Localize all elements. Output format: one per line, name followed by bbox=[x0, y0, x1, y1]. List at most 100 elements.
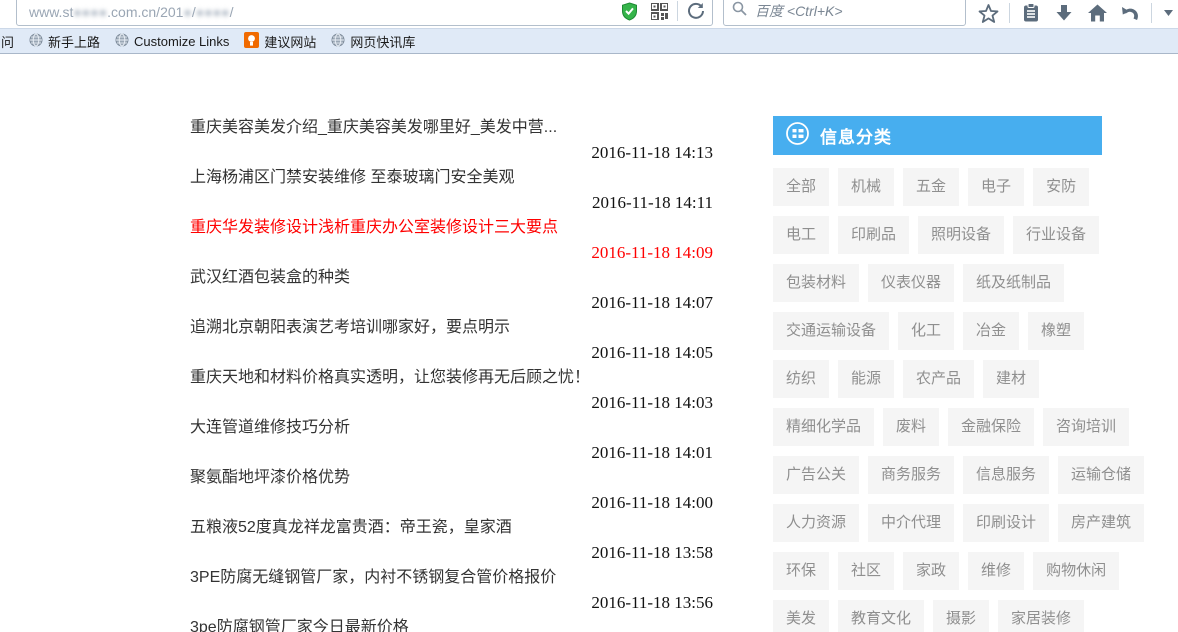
bookmark-item[interactable]: 网页快讯库 bbox=[331, 32, 415, 51]
category-button[interactable]: 印刷设计 bbox=[963, 504, 1049, 542]
browser-toolbar: www.st●●●●.com.cn/201●/●●●●/ 百度 <Ct bbox=[0, 0, 1178, 28]
list-item: 大连管道维修技巧分析 2016-11-18 14:01 bbox=[190, 415, 713, 465]
category-button[interactable]: 维修 bbox=[968, 552, 1024, 590]
category-row: 全部机械五金电子安防 bbox=[773, 168, 1102, 206]
category-button[interactable]: 橡塑 bbox=[1028, 312, 1084, 350]
undo-icon[interactable] bbox=[1118, 1, 1142, 25]
category-panel-header: 信息分类 bbox=[773, 116, 1102, 155]
category-button[interactable]: 纺织 bbox=[773, 360, 829, 398]
toolbar-buttons bbox=[976, 0, 1175, 26]
category-button[interactable]: 印刷品 bbox=[838, 216, 909, 254]
bookmark-item[interactable]: Customize Links bbox=[115, 33, 229, 50]
divider bbox=[677, 1, 678, 21]
bookmark-favicon-icon bbox=[29, 33, 43, 50]
article-title-link[interactable]: 大连管道维修技巧分析 bbox=[190, 415, 713, 440]
refresh-icon[interactable] bbox=[684, 0, 708, 23]
category-button[interactable]: 全部 bbox=[773, 168, 829, 206]
category-button[interactable]: 商务服务 bbox=[868, 456, 954, 494]
list-item: 武汉红酒包装盒的种类 2016-11-18 14:07 bbox=[190, 265, 713, 315]
article-title-link[interactable]: 聚氨酯地坪漆价格优势 bbox=[190, 465, 713, 490]
grid-list-icon bbox=[785, 121, 810, 151]
search-icon bbox=[732, 1, 747, 21]
bookmark-item[interactable]: 问 bbox=[1, 32, 14, 51]
category-button[interactable]: 家居装修 bbox=[998, 600, 1084, 632]
address-bar-actions bbox=[617, 0, 708, 23]
category-button[interactable]: 纸及纸制品 bbox=[963, 264, 1064, 302]
category-button[interactable]: 能源 bbox=[838, 360, 894, 398]
article-timestamp: 2016-11-18 14:07 bbox=[190, 290, 713, 315]
article-timestamp: 2016-11-18 14:05 bbox=[190, 340, 713, 365]
home-icon[interactable] bbox=[1085, 1, 1109, 25]
category-button[interactable]: 化工 bbox=[898, 312, 954, 350]
qr-code-icon[interactable] bbox=[647, 0, 671, 23]
category-button[interactable]: 农产品 bbox=[903, 360, 974, 398]
category-button[interactable]: 建材 bbox=[983, 360, 1039, 398]
category-button[interactable]: 行业设备 bbox=[1013, 216, 1099, 254]
category-button[interactable]: 社区 bbox=[838, 552, 894, 590]
category-button[interactable]: 包装材料 bbox=[773, 264, 859, 302]
article-title-link[interactable]: 五粮液52度真龙祥龙富贵酒：帝王瓷，皇家酒 bbox=[190, 515, 713, 540]
article-title-link[interactable]: 重庆华发装修设计浅析重庆办公室装修设计三大要点 bbox=[190, 215, 713, 240]
category-row: 电工印刷品照明设备行业设备 bbox=[773, 216, 1102, 254]
category-button[interactable]: 教育文化 bbox=[838, 600, 924, 632]
article-timestamp: 2016-11-18 14:09 bbox=[190, 240, 713, 265]
category-button[interactable]: 机械 bbox=[838, 168, 894, 206]
list-item: 重庆美容美发介绍_重庆美容美发哪里好_美发中营... 2016-11-18 14… bbox=[190, 115, 713, 165]
article-title-link[interactable]: 追溯北京朝阳表演艺考培训哪家好，要点明示 bbox=[190, 315, 713, 340]
bookmark-item[interactable]: 新手上路 bbox=[29, 32, 100, 51]
article-timestamp: 2016-11-18 14:13 bbox=[190, 140, 713, 165]
category-grid: 全部机械五金电子安防电工印刷品照明设备行业设备包装材料仪表仪器纸及纸制品交通运输… bbox=[773, 168, 1102, 632]
category-button[interactable]: 人力资源 bbox=[773, 504, 859, 542]
category-button[interactable]: 环保 bbox=[773, 552, 829, 590]
category-button[interactable]: 家政 bbox=[903, 552, 959, 590]
category-button[interactable]: 信息服务 bbox=[963, 456, 1049, 494]
category-button[interactable]: 电工 bbox=[773, 216, 829, 254]
download-icon[interactable] bbox=[1052, 1, 1076, 25]
category-row: 环保社区家政维修购物休闲 bbox=[773, 552, 1102, 590]
article-title-link[interactable]: 重庆天地和材料价格真实透明，让您装修再无后顾之忧！ bbox=[190, 365, 713, 390]
bookmark-star-icon[interactable] bbox=[976, 1, 1000, 25]
category-button[interactable]: 交通运输设备 bbox=[773, 312, 889, 350]
category-button[interactable]: 美发 bbox=[773, 600, 829, 632]
category-button[interactable]: 精细化学品 bbox=[773, 408, 874, 446]
category-button[interactable]: 冶金 bbox=[963, 312, 1019, 350]
list-item: 上海杨浦区门禁安装维修 至泰玻璃门安全美观 2016-11-18 14:11 bbox=[190, 165, 713, 215]
category-button[interactable]: 安防 bbox=[1033, 168, 1089, 206]
category-button[interactable]: 仪表仪器 bbox=[868, 264, 954, 302]
category-button[interactable]: 中介代理 bbox=[868, 504, 954, 542]
category-button[interactable]: 广告公关 bbox=[773, 456, 859, 494]
category-button[interactable]: 五金 bbox=[903, 168, 959, 206]
article-title-link[interactable]: 重庆美容美发介绍_重庆美容美发哪里好_美发中营... bbox=[190, 115, 713, 140]
list-item: 重庆天地和材料价格真实透明，让您装修再无后顾之忧！ 2016-11-18 14:… bbox=[190, 365, 713, 415]
category-button[interactable]: 金融保险 bbox=[948, 408, 1034, 446]
category-button[interactable]: 摄影 bbox=[933, 600, 989, 632]
category-button[interactable]: 购物休闲 bbox=[1033, 552, 1119, 590]
list-item: 重庆华发装修设计浅析重庆办公室装修设计三大要点 2016-11-18 14:09 bbox=[190, 215, 713, 265]
search-placeholder: 百度 <Ctrl+K> bbox=[755, 1, 843, 21]
category-panel: 信息分类 全部机械五金电子安防电工印刷品照明设备行业设备包装材料仪表仪器纸及纸制… bbox=[773, 116, 1102, 632]
category-button[interactable]: 咨询培训 bbox=[1043, 408, 1129, 446]
category-button[interactable]: 电子 bbox=[968, 168, 1024, 206]
search-bar[interactable]: 百度 <Ctrl+K> bbox=[723, 0, 966, 26]
bookmark-favicon-icon bbox=[115, 33, 129, 50]
shield-check-icon[interactable] bbox=[617, 0, 641, 23]
article-title-link[interactable]: 3PE防腐无缝钢管厂家，内衬不锈钢复合管价格报价 bbox=[190, 565, 713, 590]
category-button[interactable]: 废料 bbox=[883, 408, 939, 446]
article-title-link[interactable]: 武汉红酒包装盒的种类 bbox=[190, 265, 713, 290]
article-timestamp: 2016-11-18 14:11 bbox=[190, 190, 713, 215]
bookmarks-bar: 问 新手上路 Customize Links 建议网站 网页快讯库 bbox=[0, 28, 1178, 54]
category-button[interactable]: 照明设备 bbox=[918, 216, 1004, 254]
browser-window: www.st●●●●.com.cn/201●/●●●●/ 百度 <Ct bbox=[0, 0, 1178, 632]
bookmark-item[interactable]: 建议网站 bbox=[244, 32, 316, 51]
list-item: 3PE防腐无缝钢管厂家，内衬不锈钢复合管价格报价 2016-11-18 13:5… bbox=[190, 565, 713, 615]
chevron-down-icon[interactable] bbox=[1161, 1, 1175, 25]
category-button[interactable]: 房产建筑 bbox=[1058, 504, 1144, 542]
article-timestamp: 2016-11-18 13:58 bbox=[190, 540, 713, 565]
article-title-link[interactable]: 3pe防腐钢管厂家今日最新价格 bbox=[190, 615, 713, 632]
address-bar[interactable]: www.st●●●●.com.cn/201●/●●●●/ bbox=[16, 0, 713, 26]
category-button[interactable]: 运输仓储 bbox=[1058, 456, 1144, 494]
clipboard-icon[interactable] bbox=[1019, 1, 1043, 25]
article-timestamp: 2016-11-18 14:01 bbox=[190, 440, 713, 465]
article-title-link[interactable]: 上海杨浦区门禁安装维修 至泰玻璃门安全美观 bbox=[190, 165, 713, 190]
divider bbox=[1009, 3, 1010, 23]
